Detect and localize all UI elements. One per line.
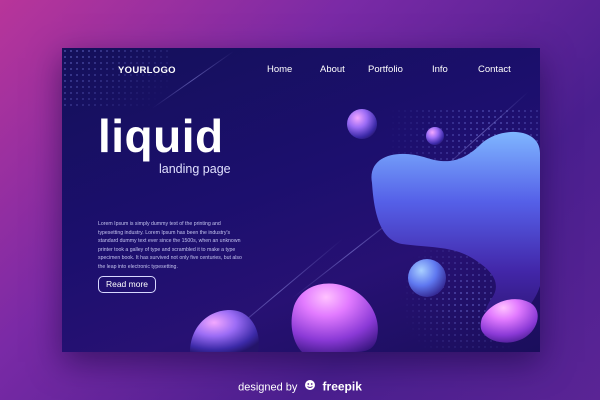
landing-page-panel: YOURLOGO Home About Portfolio Info Conta… xyxy=(62,48,540,352)
attribution-footer: designed by freepik xyxy=(0,379,600,396)
designed-by-text: designed by xyxy=(238,381,298,394)
liquid-blob-decoration xyxy=(190,109,540,352)
freepik-brand[interactable]: freepik xyxy=(323,379,362,393)
freepik-face-icon xyxy=(304,379,316,394)
